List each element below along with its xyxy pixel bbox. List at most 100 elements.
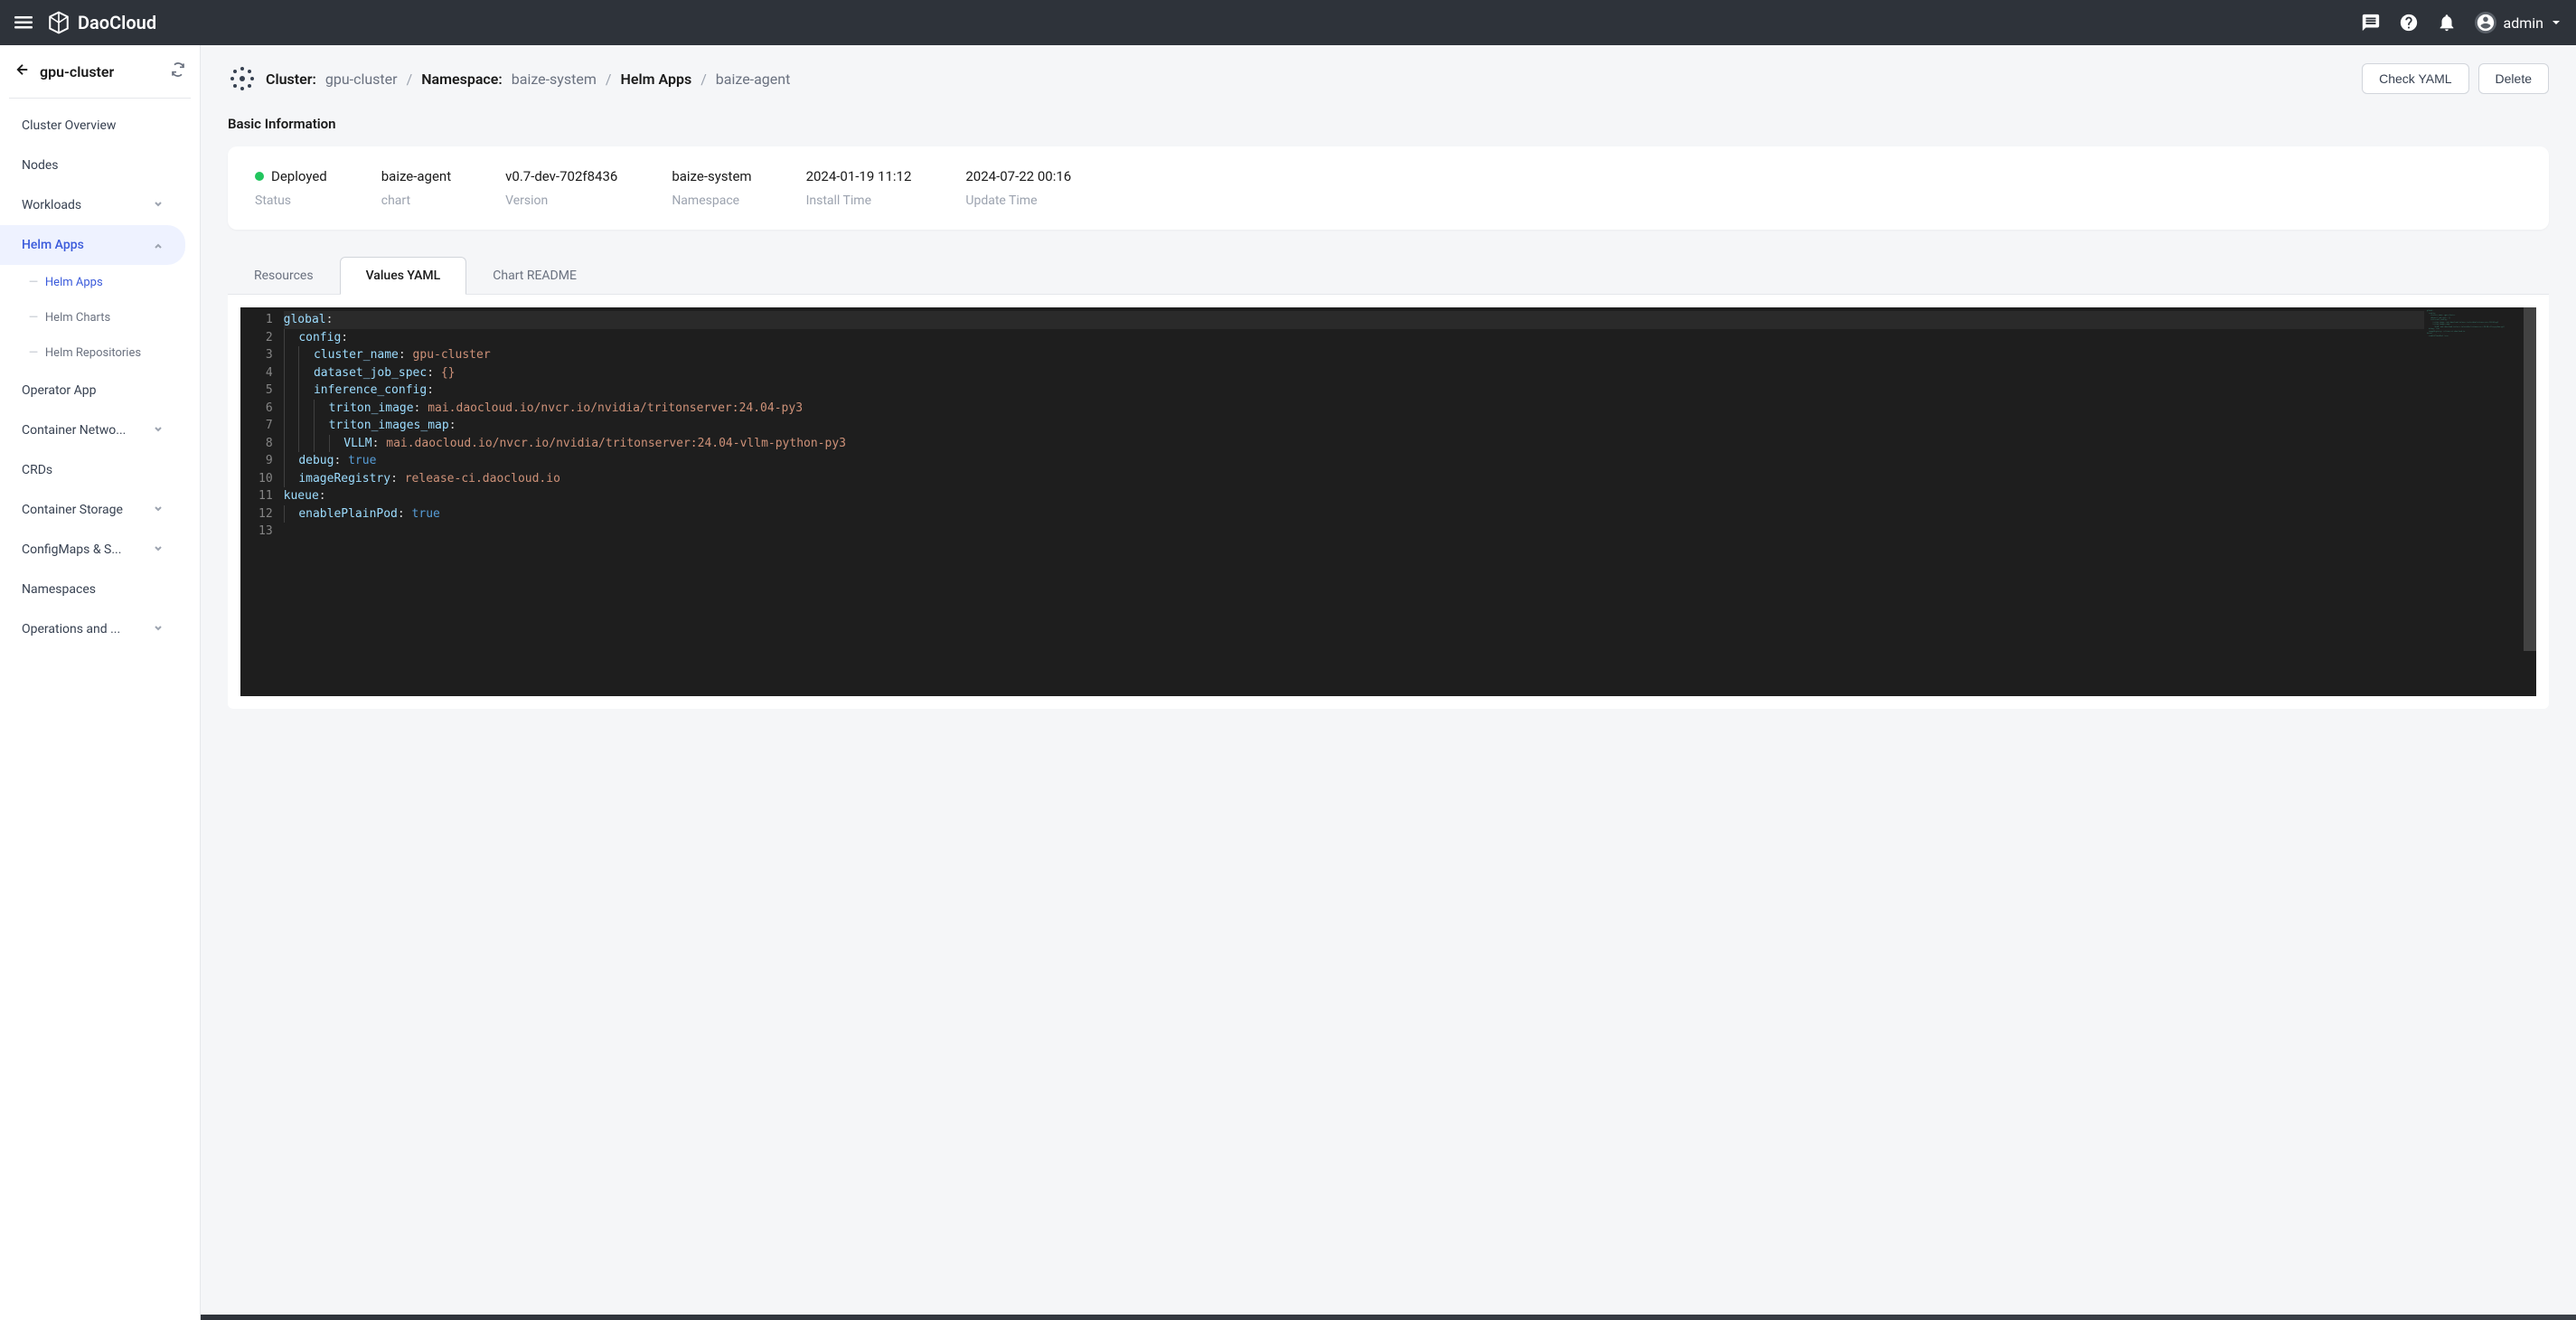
sidebar-subitem-helm-apps[interactable]: — Helm Apps	[0, 265, 200, 300]
sidebar-item-label: ConfigMaps & S...	[22, 542, 121, 557]
sidebar-item-label: Container Netwo...	[22, 423, 126, 438]
sidebar-item-label: Operations and ...	[22, 622, 120, 636]
header-left: DaoCloud	[14, 11, 156, 34]
chevron-down-icon	[153, 622, 164, 636]
sidebar-subitem-label: Helm Repositories	[45, 346, 141, 360]
breadcrumb-sep: /	[606, 71, 612, 88]
namespace-label: Namespace	[672, 193, 751, 208]
sidebar-subitem-helm-repositories[interactable]: — Helm Repositories	[0, 335, 200, 371]
sidebar-item-operations-and-[interactable]: Operations and ...	[0, 609, 185, 649]
sidebar-item-nodes[interactable]: Nodes	[0, 146, 185, 185]
brand-name: DaoCloud	[78, 12, 156, 33]
sidebar-item-operator-app[interactable]: Operator App	[0, 371, 185, 410]
sidebar-item-label: CRDs	[22, 463, 52, 477]
dash-icon: —	[29, 276, 38, 289]
bottom-edge	[201, 1315, 2576, 1320]
refresh-icon[interactable]	[171, 62, 185, 80]
version-label: Version	[505, 193, 617, 208]
status-value: Deployed	[271, 168, 327, 184]
tab-chart-readme[interactable]: Chart README	[466, 257, 603, 295]
sidebar-item-label: Container Storage	[22, 503, 123, 517]
sidebar-item-label: Operator App	[22, 383, 97, 398]
sidebar-divider	[9, 98, 191, 99]
logo-icon	[47, 11, 71, 34]
sidebar-item-container-netwo-[interactable]: Container Netwo...	[0, 410, 185, 450]
sidebar-title: gpu-cluster	[40, 63, 114, 80]
sidebar-item-label: Namespaces	[22, 582, 96, 597]
chevron-down-icon	[153, 423, 164, 438]
minimap[interactable]: global: config: cluster_name: gpu-cluste…	[2424, 307, 2524, 696]
namespace-value[interactable]: baize-system	[512, 71, 597, 88]
sidebar-item-label: Workloads	[22, 198, 81, 212]
editor-scrollbar[interactable]	[2524, 307, 2536, 696]
namespace-value: baize-system	[672, 168, 751, 184]
sidebar-subitem-label: Helm Charts	[45, 311, 110, 325]
chevron-down-icon	[2551, 17, 2562, 28]
sidebar-item-namespaces[interactable]: Namespaces	[0, 570, 185, 609]
cluster-icon	[228, 64, 257, 93]
chevron-down-icon	[153, 542, 164, 557]
basic-info-title: Basic Information	[228, 116, 2549, 132]
chevron-down-icon	[153, 503, 164, 517]
action-buttons: Check YAML Delete	[2362, 63, 2549, 94]
user-menu[interactable]: admin	[2475, 12, 2562, 33]
sidebar-nav: Cluster OverviewNodesWorkloadsHelm Apps—…	[0, 106, 200, 1320]
tab-values-yaml[interactable]: Values YAML	[340, 257, 467, 295]
install-label: Install Time	[806, 193, 912, 208]
sidebar-item-label: Nodes	[22, 158, 59, 173]
chevron-down-icon	[153, 198, 164, 212]
hamburger-menu-icon[interactable]	[14, 14, 33, 32]
yaml-editor[interactable]: 12345678910111213 global: config: cluste…	[240, 307, 2536, 696]
breadcrumb-sep: /	[407, 71, 413, 88]
dash-icon: —	[29, 346, 38, 360]
update-value: 2024-07-22 00:16	[965, 168, 1071, 184]
app-name: baize-agent	[716, 71, 791, 88]
bell-icon[interactable]	[2437, 13, 2457, 33]
chart-value: baize-agent	[381, 168, 451, 184]
help-icon[interactable]	[2399, 13, 2419, 33]
code-content[interactable]: global: config: cluster_name: gpu-cluste…	[284, 307, 2424, 696]
delete-button[interactable]: Delete	[2478, 63, 2549, 94]
dash-icon: —	[29, 311, 38, 325]
top-header: DaoCloud admin	[0, 0, 2576, 45]
info-card: Deployed Status baize-agent chart v0.7-d…	[228, 146, 2549, 230]
sidebar-item-label: Helm Apps	[22, 238, 84, 252]
breadcrumb: Cluster: gpu-cluster / Namespace: baize-…	[228, 64, 790, 93]
sidebar: gpu-cluster Cluster Overview Nodes Workloa…	[0, 45, 201, 1320]
cluster-label: Cluster:	[266, 71, 316, 88]
version-value: v0.7-dev-702f8436	[505, 168, 617, 184]
avatar-icon	[2475, 12, 2496, 33]
sidebar-item-crds[interactable]: CRDs	[0, 450, 185, 490]
status-dot	[255, 172, 264, 181]
sidebar-item-helm-apps[interactable]: Helm Apps	[0, 225, 185, 265]
back-arrow-icon[interactable]	[14, 61, 31, 81]
install-value: 2024-01-19 11:12	[806, 168, 912, 184]
sidebar-item-cluster-overview[interactable]: Cluster Overview	[0, 106, 185, 146]
brand-logo[interactable]: DaoCloud	[47, 11, 156, 34]
sidebar-subitem-label: Helm Apps	[45, 276, 103, 289]
chart-label: chart	[381, 193, 451, 208]
chevron-up-icon	[153, 238, 164, 252]
chat-icon[interactable]	[2361, 13, 2381, 33]
editor-container: 12345678910111213 global: config: cluste…	[228, 295, 2549, 709]
line-numbers: 12345678910111213	[240, 307, 284, 696]
helm-apps-link[interactable]: Helm Apps	[621, 71, 692, 88]
sidebar-item-label: Cluster Overview	[22, 118, 116, 133]
namespace-label: Namespace:	[421, 71, 503, 88]
status-label: Status	[255, 193, 327, 208]
user-name: admin	[2504, 14, 2543, 32]
breadcrumb-sep: /	[700, 71, 707, 88]
check-yaml-button[interactable]: Check YAML	[2362, 63, 2468, 94]
sidebar-item-container-storage[interactable]: Container Storage	[0, 490, 185, 530]
sidebar-subitem-helm-charts[interactable]: — Helm Charts	[0, 300, 200, 335]
sidebar-item-workloads[interactable]: Workloads	[0, 185, 185, 225]
cluster-value[interactable]: gpu-cluster	[325, 71, 398, 88]
content-area: Cluster: gpu-cluster / Namespace: baize-…	[201, 45, 2576, 1320]
update-label: Update Time	[965, 193, 1071, 208]
tab-resources[interactable]: Resources	[228, 257, 340, 295]
breadcrumb-row: Cluster: gpu-cluster / Namespace: baize-…	[228, 63, 2549, 94]
header-right: admin	[2361, 12, 2562, 33]
sidebar-item-configmaps-s-[interactable]: ConfigMaps & S...	[0, 530, 185, 570]
sidebar-header: gpu-cluster	[0, 45, 200, 98]
tabs: Resources Values YAML Chart README	[228, 257, 2549, 295]
